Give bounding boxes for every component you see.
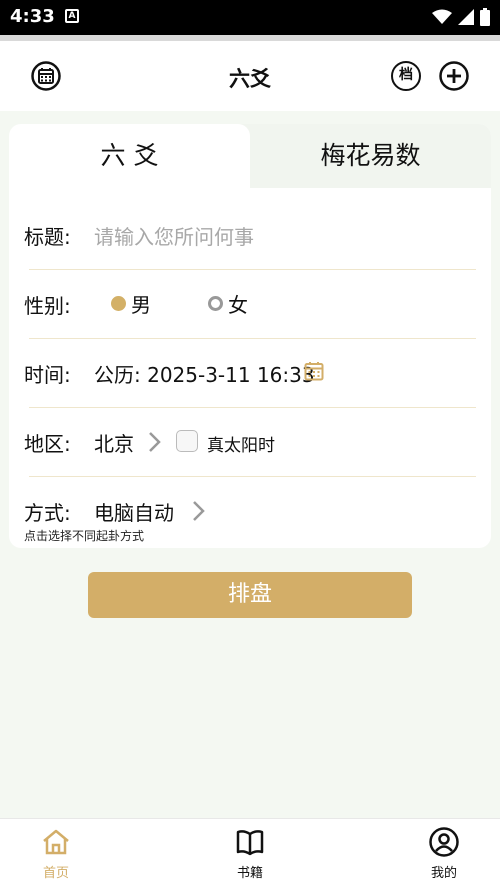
- status-bar: 4:33 A: [0, 0, 500, 35]
- system-icons: [432, 8, 490, 26]
- chevron-right-icon[interactable]: [191, 500, 207, 522]
- divination-form-card: 六 爻 梅花易数 标题: 请输入您所问何事 性别: 男 女 时间: 公历: 20…: [9, 124, 491, 548]
- time-label: 时间:: [24, 363, 71, 387]
- gender-female-label: 女: [228, 293, 248, 317]
- tab-meihua[interactable]: 梅花易数: [250, 124, 491, 188]
- book-icon: [236, 830, 264, 856]
- battery-icon: [480, 8, 490, 26]
- nav-home[interactable]: 首页: [21, 827, 91, 881]
- nav-books[interactable]: 书籍: [215, 827, 285, 881]
- calendar-icon[interactable]: [304, 361, 324, 381]
- true-solar-time-label: 真太阳时: [207, 436, 275, 456]
- home-icon: [43, 829, 69, 855]
- method-label: 方式:: [24, 501, 71, 525]
- add-button[interactable]: [439, 61, 469, 91]
- gender-female-radio[interactable]: 女: [208, 289, 248, 318]
- gender-label: 性别:: [24, 294, 71, 318]
- status-time: 4:33: [10, 6, 55, 27]
- method-row: 方式: 电脑自动 点击选择不同起卦方式: [24, 477, 476, 546]
- archive-button[interactable]: 档: [391, 61, 421, 91]
- user-icon: [429, 827, 459, 857]
- radio-unselected-icon: [208, 296, 223, 311]
- title-input[interactable]: 请输入您所问何事: [94, 221, 254, 250]
- wifi-icon: [432, 9, 452, 24]
- region-row: 地区: 北京 真太阳时: [24, 408, 476, 477]
- notification-icon: A: [65, 9, 79, 23]
- app-header: 六爻 档: [0, 41, 500, 111]
- signal-icon: [458, 9, 474, 25]
- method-value[interactable]: 电脑自动: [94, 497, 174, 526]
- page-title: 六爻: [229, 67, 271, 91]
- submit-button[interactable]: 排盘: [88, 572, 412, 618]
- nav-profile-label: 我的: [430, 866, 457, 881]
- tab-bar: 六 爻 梅花易数: [9, 124, 491, 188]
- time-row: 时间: 公历: 2025-3-11 16:33: [24, 339, 476, 408]
- bottom-nav: 首页 书籍 我的: [0, 818, 500, 888]
- gender-male-radio[interactable]: 男: [111, 289, 151, 318]
- tab-liuyao[interactable]: 六 爻: [9, 124, 250, 188]
- nav-books-label: 书籍: [236, 866, 263, 881]
- title-label: 标题:: [24, 225, 71, 249]
- nav-profile[interactable]: 我的: [409, 827, 479, 881]
- time-value[interactable]: 公历: 2025-3-11 16:33: [94, 359, 315, 388]
- gender-male-label: 男: [131, 293, 151, 317]
- gender-row: 性别: 男 女: [24, 270, 476, 339]
- chevron-right-icon[interactable]: [147, 431, 163, 453]
- true-solar-time-checkbox[interactable]: [176, 430, 198, 452]
- region-value[interactable]: 北京: [94, 428, 134, 457]
- method-hint: 点击选择不同起卦方式: [24, 529, 145, 543]
- radio-selected-icon: [111, 296, 126, 311]
- nav-home-label: 首页: [42, 866, 69, 881]
- title-row: 标题: 请输入您所问何事: [24, 201, 476, 270]
- plus-circle-icon: [439, 61, 469, 91]
- region-label: 地区:: [24, 432, 71, 456]
